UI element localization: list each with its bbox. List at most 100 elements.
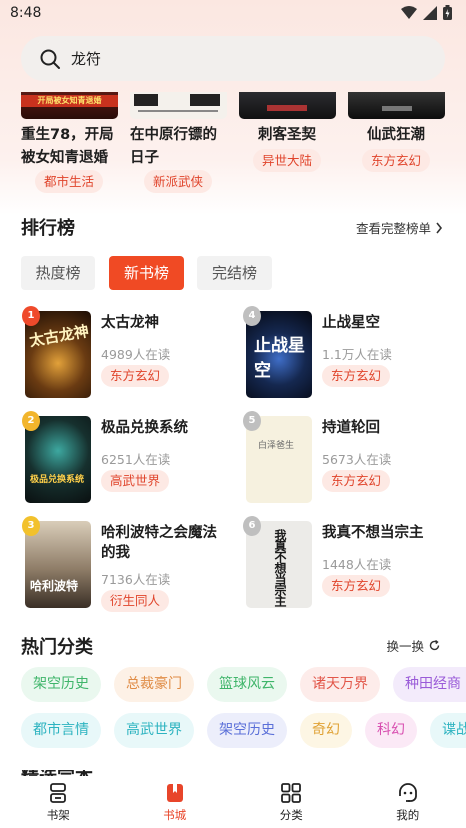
search-query: 龙符 bbox=[71, 50, 102, 68]
refresh-icon bbox=[429, 640, 440, 651]
cover-caption: 哈利波特 bbox=[30, 579, 79, 593]
reader-count: 1.1万人在读 bbox=[322, 347, 392, 362]
genre-tag[interactable]: 都市生活 bbox=[35, 170, 104, 193]
nav-label: 书城 bbox=[163, 808, 187, 822]
book-title-line: 的我 bbox=[101, 545, 130, 561]
genre-tag[interactable]: 衍生同人 bbox=[101, 590, 170, 612]
reader-count: 4989人在读 bbox=[101, 347, 171, 362]
wifi-icon bbox=[401, 5, 417, 19]
nav-label: 分类 bbox=[279, 808, 303, 822]
ranking-section-title: 排行榜 bbox=[21, 218, 75, 239]
status-time: 8:48 bbox=[10, 5, 42, 21]
see-full-ranking-link[interactable]: 查看完整榜单 bbox=[356, 218, 443, 237]
category-chip[interactable]: 科幻 bbox=[365, 713, 417, 748]
book-title: 太古龙神 bbox=[101, 315, 159, 331]
category-chip[interactable]: 诸天万界 bbox=[300, 667, 380, 702]
cover-caption: 太古龙神 bbox=[27, 321, 91, 351]
rank-badge: 1 bbox=[22, 306, 40, 326]
genre-tag[interactable]: 东方玄幻 bbox=[101, 365, 170, 387]
tab-completed-ranking[interactable]: 完结榜 bbox=[197, 256, 272, 290]
rank-badge: 5 bbox=[243, 411, 261, 431]
refresh-label: 换一换 bbox=[386, 639, 424, 654]
category-chip[interactable]: 架空历史 bbox=[21, 667, 101, 702]
book-title-line: 被女知青退婚 bbox=[21, 150, 108, 166]
category-chip[interactable]: 种田经商 bbox=[393, 667, 466, 702]
nav-profile[interactable]: 我的 bbox=[350, 776, 466, 828]
cover-caption: 我真不想当宗主 bbox=[273, 529, 287, 606]
ranking-list-item[interactable]: 极品兑换系统 2 极品兑换系统 6251人在读 高武世界 bbox=[22, 411, 225, 506]
battery-icon bbox=[443, 5, 452, 20]
ranking-list-item[interactable]: 太古龙神 1 太古龙神 4989人在读 东方玄幻 bbox=[22, 306, 225, 401]
category-chip[interactable]: 架空历史 bbox=[207, 713, 287, 748]
book-title[interactable]: 在中原行镖的 日子 bbox=[130, 124, 217, 170]
rank-badge: 2 bbox=[22, 411, 40, 431]
book-cover[interactable] bbox=[130, 92, 227, 119]
refresh-button[interactable]: 换一换 bbox=[386, 636, 440, 655]
genre-tag[interactable]: 东方玄幻 bbox=[322, 365, 391, 387]
book-title: 哈利波特之会魔法 的我 bbox=[101, 523, 231, 563]
profile-icon bbox=[398, 783, 417, 802]
book-cover[interactable] bbox=[239, 92, 336, 119]
genre-tag[interactable]: 东方玄幻 bbox=[362, 149, 431, 172]
category-chip[interactable]: 总裁豪门 bbox=[114, 667, 194, 702]
book-title-line: 仙武狂潮 bbox=[367, 127, 425, 143]
book-title: 极品兑换系统 bbox=[101, 420, 188, 436]
reader-count: 1448人在读 bbox=[322, 557, 392, 572]
book-cover[interactable]: 开局被女知青退婚 bbox=[21, 92, 118, 119]
nav-bookshelf[interactable]: 书架 bbox=[0, 776, 117, 828]
category-chip[interactable]: 谍战 bbox=[430, 713, 466, 748]
genre-tag[interactable]: 异世大陆 bbox=[253, 149, 322, 172]
category-grid-icon bbox=[281, 783, 302, 803]
bottom-navigation: 书架 书城 分类 我的 bbox=[0, 776, 466, 828]
reader-count: 5673人在读 bbox=[322, 452, 392, 467]
nav-category[interactable]: 分类 bbox=[233, 776, 350, 828]
book-title-line: 重生78，开局 bbox=[21, 127, 114, 143]
cover-caption: 极品兑换系统 bbox=[30, 475, 85, 485]
hot-categories-title: 热门分类 bbox=[21, 637, 93, 658]
rank-badge: 4 bbox=[243, 306, 261, 326]
book-title: 持道轮回 bbox=[322, 420, 380, 436]
book-title[interactable]: 仙武狂潮 bbox=[367, 124, 425, 147]
book-title-line: 日子 bbox=[130, 150, 159, 166]
tab-hot-ranking[interactable]: 热度榜 bbox=[21, 256, 95, 290]
book-title: 止战星空 bbox=[322, 315, 380, 331]
category-chip[interactable]: 篮球风云 bbox=[207, 667, 287, 702]
ranking-list-item[interactable]: 哈利波特 3 哈利波特之会魔法 的我 7136人在读 衍生同人 bbox=[22, 516, 225, 612]
ranking-list-item[interactable]: 止战星空 4 止战星空 1.1万人在读 东方玄幻 bbox=[243, 306, 446, 401]
ranking-list-item[interactable]: 白泽爸生 5 持道轮回 5673人在读 东方玄幻 bbox=[243, 411, 446, 506]
book-cover[interactable] bbox=[348, 92, 445, 119]
rank-badge: 6 bbox=[243, 516, 261, 536]
search-bar[interactable]: 龙符 bbox=[21, 36, 445, 81]
rank-badge: 3 bbox=[22, 516, 40, 536]
genre-tag[interactable]: 高武世界 bbox=[101, 470, 170, 492]
see-all-label: 查看完整榜单 bbox=[355, 221, 431, 236]
tab-new-ranking[interactable]: 新书榜 bbox=[109, 256, 184, 290]
book-title[interactable]: 重生78，开局 被女知青退婚 bbox=[21, 124, 114, 170]
cover-caption: 止战星空 bbox=[254, 336, 305, 381]
cover-caption: 开局被女知青退婚 bbox=[21, 95, 118, 107]
bookstore-icon bbox=[166, 784, 183, 802]
status-bar: 8:48 bbox=[0, 0, 466, 28]
signal-icon bbox=[423, 5, 437, 20]
chevron-right-icon bbox=[436, 222, 443, 233]
genre-tag[interactable]: 新派武侠 bbox=[144, 170, 213, 193]
bookshelf-icon bbox=[50, 783, 67, 803]
nav-label: 书架 bbox=[46, 808, 70, 822]
genre-tag[interactable]: 东方玄幻 bbox=[322, 575, 391, 597]
category-chip[interactable]: 高武世界 bbox=[114, 713, 194, 748]
category-chip[interactable]: 都市言情 bbox=[21, 713, 101, 748]
category-chip[interactable]: 奇幻 bbox=[300, 713, 352, 748]
status-icons bbox=[401, 5, 452, 20]
book-title-line: 在中原行镖的 bbox=[130, 127, 217, 143]
nav-label: 我的 bbox=[396, 808, 420, 822]
book-title-line: 刺客圣契 bbox=[258, 127, 316, 143]
genre-tag[interactable]: 东方玄幻 bbox=[322, 470, 391, 492]
book-title-line: 哈利波特之会魔法 bbox=[101, 525, 217, 541]
nav-bookstore[interactable]: 书城 bbox=[117, 776, 234, 828]
reader-count: 6251人在读 bbox=[101, 452, 171, 467]
reader-count: 7136人在读 bbox=[101, 572, 171, 587]
search-icon bbox=[40, 49, 60, 69]
book-title[interactable]: 刺客圣契 bbox=[258, 124, 316, 147]
book-title: 我真不想当宗主 bbox=[322, 525, 424, 541]
ranking-list-item[interactable]: 我真不想当宗主 6 我真不想当宗主 1448人在读 东方玄幻 bbox=[243, 516, 446, 611]
